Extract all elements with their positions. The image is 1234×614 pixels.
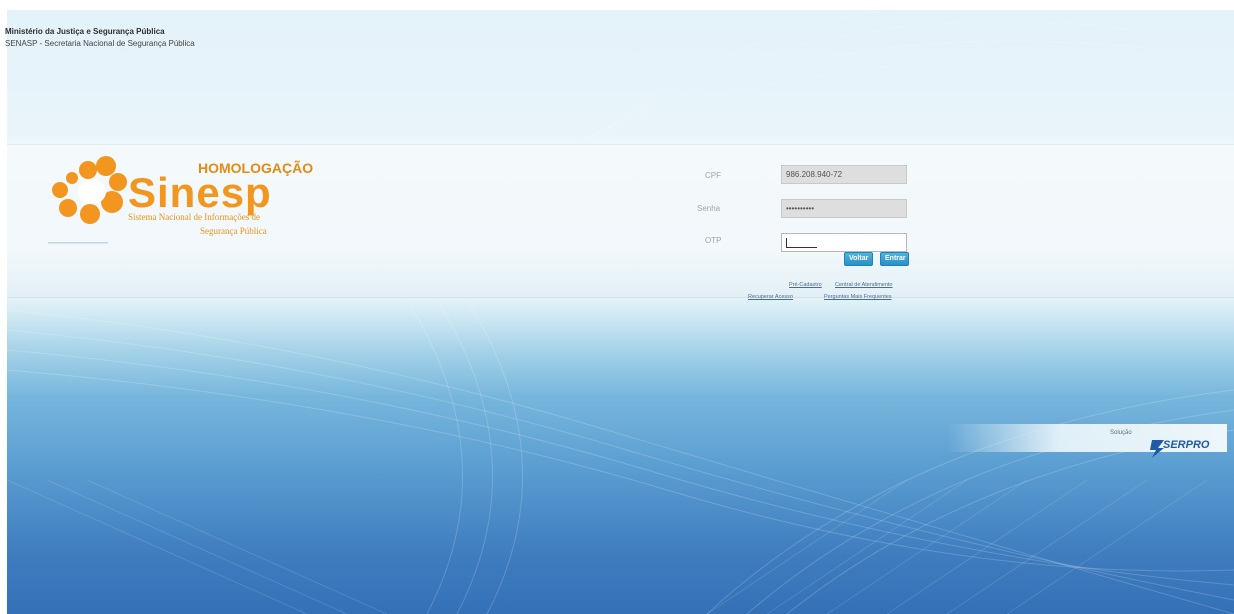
cpf-label: CPF [705, 171, 721, 180]
pre-register-link[interactable]: Pré-Cadastro [789, 282, 822, 288]
background-waves [7, 10, 1234, 614]
ministry-title: Ministério da Justiça e Segurança Públic… [5, 27, 165, 36]
cpf-field[interactable]: 986.208.940-72 [781, 165, 907, 184]
password-field[interactable]: •••••••••• [781, 199, 907, 218]
enter-button[interactable]: Entrar [880, 252, 909, 266]
brand-tagline-line1: Sistema Nacional de Informações de [128, 212, 260, 222]
password-label: Senha [697, 204, 721, 213]
otp-field[interactable] [781, 233, 907, 252]
brand-name: Sinesp [128, 169, 272, 216]
recover-access-link[interactable]: Recuperar Acesso [748, 294, 793, 300]
serpro-logo-icon [1150, 440, 1164, 458]
page-frame [7, 10, 1234, 614]
faq-link[interactable]: Perguntas Mais Frequentes [824, 294, 892, 300]
brand-tagline-line2: Segurança Pública [200, 226, 267, 236]
otp-label: OTP [705, 236, 722, 245]
solution-label: Solução [1110, 430, 1132, 436]
support-center-link[interactable]: Central de Atendimento [835, 282, 892, 288]
vendor-name: SERPRO [1163, 439, 1210, 451]
back-button[interactable]: Voltar [844, 252, 873, 266]
department-subtitle: SENASP - Secretaria Nacional de Seguranç… [5, 39, 195, 48]
otp-underline [787, 247, 817, 248]
